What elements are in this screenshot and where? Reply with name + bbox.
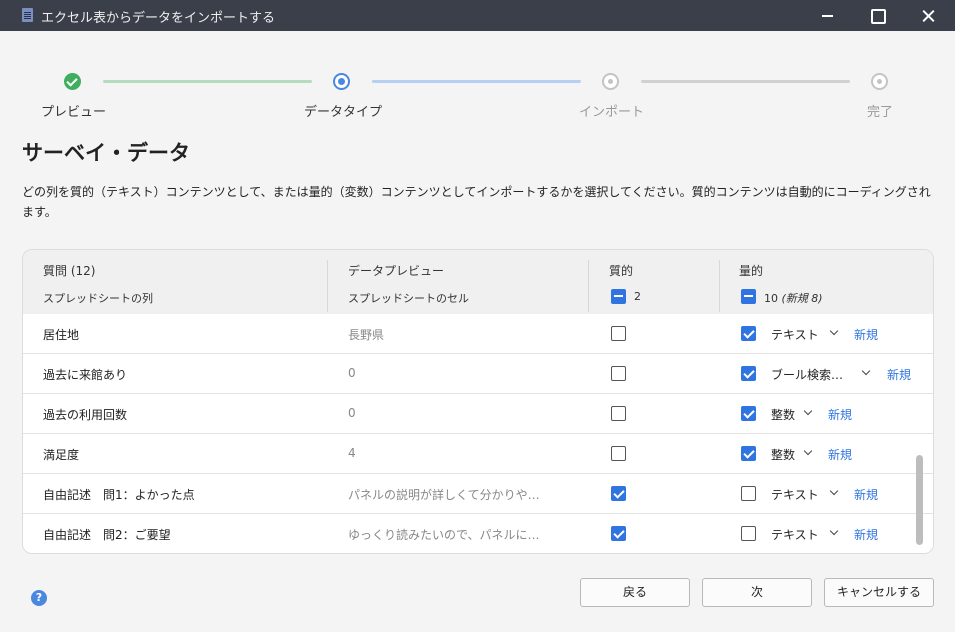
table-header: 質問 (12) スプレッドシートの列 データプレビュー スプレッドシートのセル …	[23, 250, 933, 321]
table-row: 自由記述 問1：よかった点 パネルの説明が詳しくて分かりや… テキスト 新規	[23, 474, 933, 514]
table-row: 過去に来館あり 0 ブール検索… 新規	[23, 354, 933, 394]
window-title: エクセル表からデータをインポートする	[41, 11, 276, 26]
chevron-down-icon[interactable]	[829, 486, 839, 496]
quantitative-checkbox[interactable]	[741, 406, 756, 421]
qualitative-checkbox[interactable]	[611, 326, 626, 341]
new-variable-link[interactable]: 新規	[887, 366, 911, 383]
step-label-preview: プレビュー	[41, 105, 107, 120]
qualitative-checkbox[interactable]	[611, 526, 626, 541]
close-button[interactable]	[905, 0, 951, 31]
qualitative-column-header: 質的	[609, 264, 634, 278]
question-column-subheader: スプレッドシートの列	[43, 292, 153, 305]
new-variable-link[interactable]: 新規	[854, 326, 878, 343]
data-type-dropdown[interactable]: テキスト	[771, 526, 819, 543]
column-divider	[327, 260, 328, 312]
new-variable-link[interactable]: 新規	[854, 486, 878, 503]
question-cell: 満足度	[43, 448, 80, 462]
table-row: 居住地 長野県 テキスト 新規	[23, 314, 933, 354]
chevron-down-icon[interactable]	[803, 406, 813, 416]
table-scrollbar[interactable]	[916, 455, 923, 545]
quantitative-checkbox[interactable]	[741, 526, 756, 541]
step-done-check-icon	[64, 73, 81, 90]
question-cell: 自由記述 問1：よかった点	[43, 488, 195, 502]
step-label-import: インポート	[579, 105, 645, 120]
cancel-button[interactable]: キャンセルする	[824, 578, 934, 607]
chevron-down-icon[interactable]	[861, 366, 871, 376]
document-icon	[22, 8, 33, 22]
new-variable-link[interactable]: 新規	[828, 406, 852, 423]
chevron-down-icon[interactable]	[829, 526, 839, 536]
preview-cell: 4	[348, 446, 356, 460]
preview-cell: 0	[348, 366, 356, 380]
maximize-button[interactable]	[854, 0, 900, 31]
preview-column-header: データプレビュー	[348, 264, 445, 278]
chevron-down-icon[interactable]	[803, 446, 813, 456]
preview-column-subheader: スプレッドシートのセル	[348, 292, 469, 305]
step-label-complete: 完了	[867, 105, 894, 120]
page-title: サーベイ・データ	[22, 141, 190, 165]
table-row: 自由記述 問2：ご要望 ゆっくり読みたいので、パネルに… テキスト 新規	[23, 514, 933, 553]
question-cell: 居住地	[43, 328, 80, 342]
chevron-down-icon[interactable]	[829, 326, 839, 336]
title-bar: エクセル表からデータをインポートする	[0, 0, 955, 31]
qualitative-count: 2	[634, 290, 641, 303]
step-label-data-type: データタイプ	[304, 105, 383, 120]
quantitative-count: 10 (新規 8)	[764, 292, 823, 305]
help-icon[interactable]: ?	[31, 590, 47, 606]
new-variable-link[interactable]: 新規	[854, 526, 878, 543]
preview-cell: 0	[348, 406, 356, 420]
minimize-button[interactable]	[804, 0, 850, 31]
preview-cell: 長野県	[348, 328, 385, 342]
question-cell: 自由記述 問2：ご要望	[43, 528, 171, 542]
quantitative-column-header: 量的	[739, 264, 764, 278]
step-current-icon	[333, 73, 350, 90]
qualitative-checkbox[interactable]	[611, 486, 626, 501]
qualitative-checkbox[interactable]	[611, 366, 626, 381]
step-connector	[641, 80, 850, 83]
page-description: どの列を質的（テキスト）コンテンツとして、または量的（変数）コンテンツとしてイン…	[22, 185, 931, 219]
step-connector	[372, 80, 581, 83]
step-pending-icon	[602, 73, 619, 90]
preview-cell: パネルの説明が詳しくて分かりや…	[348, 488, 540, 502]
step-connector	[103, 80, 312, 83]
data-type-dropdown[interactable]: ブール検索…	[771, 366, 843, 383]
question-cell: 過去に来館あり	[43, 368, 128, 382]
table-row: 満足度 4 整数 新規	[23, 434, 933, 474]
next-button[interactable]: 次	[702, 578, 812, 607]
qualitative-checkbox[interactable]	[611, 406, 626, 421]
column-type-table: 質問 (12) スプレッドシートの列 データプレビュー スプレッドシートのセル …	[22, 249, 934, 554]
question-column-header: 質問 (12)	[43, 264, 96, 278]
quantitative-select-all-checkbox[interactable]	[741, 289, 756, 304]
table-row: 過去の利用回数 0 整数 新規	[23, 394, 933, 434]
column-divider	[719, 260, 720, 312]
quantitative-checkbox[interactable]	[741, 326, 756, 341]
quantitative-checkbox[interactable]	[741, 446, 756, 461]
question-cell: 過去の利用回数	[43, 408, 128, 422]
qualitative-select-all-checkbox[interactable]	[611, 289, 626, 304]
column-divider	[588, 260, 589, 312]
quantitative-checkbox[interactable]	[741, 366, 756, 381]
new-variable-link[interactable]: 新規	[828, 446, 852, 463]
step-pending-icon	[871, 73, 888, 90]
preview-cell: ゆっくり読みたいので、パネルに…	[348, 528, 540, 542]
qualitative-checkbox[interactable]	[611, 446, 626, 461]
data-type-dropdown[interactable]: テキスト	[771, 486, 819, 503]
back-button[interactable]: 戻る	[580, 578, 690, 607]
data-type-dropdown[interactable]: 整数	[771, 446, 795, 463]
quantitative-checkbox[interactable]	[741, 486, 756, 501]
data-type-dropdown[interactable]: 整数	[771, 406, 795, 423]
data-type-dropdown[interactable]: テキスト	[771, 326, 819, 343]
